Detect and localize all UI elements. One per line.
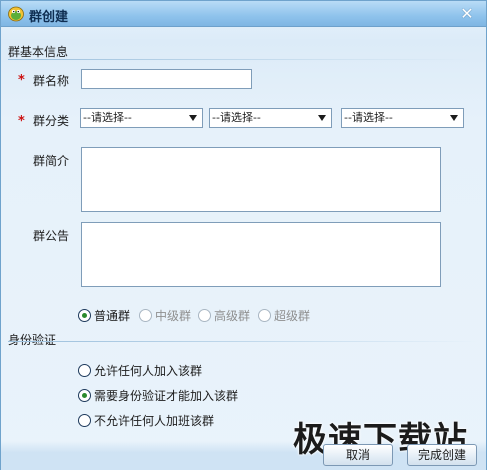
dropdown-arrow-icon xyxy=(318,115,326,121)
category-select-3[interactable]: --请选择-- xyxy=(341,108,464,128)
radio-dot xyxy=(139,309,152,322)
cancel-button[interactable]: 取消 xyxy=(323,444,393,466)
group-create-window: 群创建 ✕ 群基本信息 * 群名称 * 群分类 --请选择-- --请选择-- … xyxy=(0,0,487,470)
dropdown-arrow-icon xyxy=(450,115,458,121)
close-button[interactable]: ✕ xyxy=(457,4,477,23)
radio-verify-deny-all[interactable]: 不允许任何人加班该群 xyxy=(78,412,214,429)
section-title-verification: 身份验证 xyxy=(8,333,57,347)
radio-verify-require-auth[interactable]: 需要身份验证才能加入该群 xyxy=(78,387,238,404)
radio-dot xyxy=(78,309,91,322)
radio-label: 不允许任何人加班该群 xyxy=(94,414,215,428)
radio-label: 需要身份验证才能加入该群 xyxy=(94,389,239,403)
radio-dot xyxy=(258,309,271,322)
group-name-input[interactable] xyxy=(81,69,252,89)
group-notice-label: 群公告 xyxy=(33,229,70,243)
section-divider xyxy=(8,341,478,342)
radio-dot xyxy=(78,389,91,402)
group-category-label: 群分类 xyxy=(33,114,70,128)
group-name-label: 群名称 xyxy=(33,74,70,88)
required-mark: * xyxy=(18,73,25,88)
category-select-3-value: --请选择-- xyxy=(344,111,393,124)
radio-label: 允许任何人加入该群 xyxy=(94,364,203,378)
group-intro-label: 群简介 xyxy=(33,154,70,168)
radio-dot xyxy=(198,309,211,322)
radio-dot xyxy=(78,414,91,427)
section-divider xyxy=(8,59,478,60)
category-select-1[interactable]: --请选择-- xyxy=(80,108,203,128)
radio-verify-allow-anyone[interactable]: 允许任何人加入该群 xyxy=(78,362,202,379)
group-intro-textarea[interactable] xyxy=(81,147,441,212)
radio-label: 超级群 xyxy=(274,309,311,323)
radio-group-level-normal[interactable]: 普通群 xyxy=(78,307,130,324)
radio-label: 普通群 xyxy=(94,309,131,323)
radio-label: 高级群 xyxy=(214,309,251,323)
window-title: 群创建 xyxy=(29,10,69,25)
dropdown-arrow-icon xyxy=(189,115,197,121)
group-notice-textarea[interactable] xyxy=(81,222,441,287)
create-button[interactable]: 完成创建 xyxy=(407,444,477,466)
radio-group-level-super[interactable]: 超级群 xyxy=(258,307,310,324)
title-bar[interactable]: 群创建 ✕ xyxy=(1,1,486,27)
radio-group-level-advanced[interactable]: 高级群 xyxy=(198,307,250,324)
category-select-2-value: --请选择-- xyxy=(212,111,261,124)
section-title-basic-info: 群基本信息 xyxy=(8,45,69,59)
radio-label: 中级群 xyxy=(155,309,192,323)
radio-dot xyxy=(78,364,91,377)
category-select-2[interactable]: --请选择-- xyxy=(209,108,332,128)
qq-penguin-icon xyxy=(8,6,24,22)
required-mark: * xyxy=(18,114,25,129)
radio-group-level-medium[interactable]: 中级群 xyxy=(139,307,191,324)
category-select-1-value: --请选择-- xyxy=(83,111,132,124)
